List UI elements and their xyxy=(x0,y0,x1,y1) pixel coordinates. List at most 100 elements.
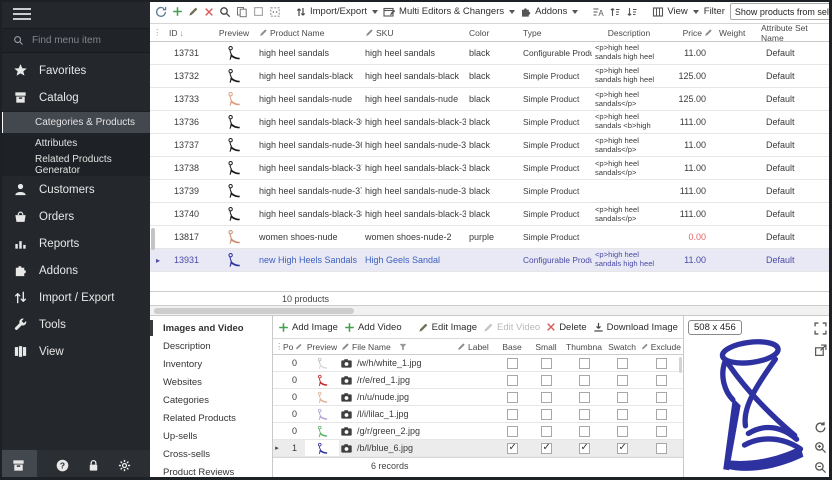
checkbox[interactable] xyxy=(656,443,667,454)
image-row[interactable]: 0/n/u/nude.jpg xyxy=(273,389,683,406)
sidebar-item-reports[interactable]: Reports xyxy=(0,230,150,257)
image-row[interactable]: 0/l/i/lilac_1.jpg xyxy=(273,406,683,423)
sidebar-item-favorites[interactable]: Favorites xyxy=(0,57,150,84)
filter-select[interactable]: Show products from selected categories xyxy=(730,3,832,20)
column-header-preview[interactable]: Preview xyxy=(212,24,256,41)
copy-button[interactable] xyxy=(236,6,248,18)
column-header-swatch[interactable]: Swatch xyxy=(605,342,639,352)
checkbox[interactable] xyxy=(656,426,667,437)
image-row[interactable]: 0/g/r/green_2.jpg xyxy=(273,423,683,440)
tab-categories[interactable]: Categories xyxy=(150,391,272,409)
checkbox[interactable] xyxy=(507,392,518,403)
vertical-scrollbar-thumb[interactable] xyxy=(151,228,155,250)
checkbox[interactable] xyxy=(507,358,518,369)
column-header-price[interactable]: Price xyxy=(666,24,716,41)
sidebar-item-import-export[interactable]: Import / Export xyxy=(0,284,150,311)
checkbox[interactable] xyxy=(579,443,590,454)
add-product-button[interactable] xyxy=(172,6,183,17)
checkbox[interactable] xyxy=(507,375,518,386)
tab-cross-sells[interactable]: Cross-sells xyxy=(150,445,272,463)
tab-websites[interactable]: Websites xyxy=(150,373,272,391)
zoom-out-icon[interactable] xyxy=(814,461,827,474)
sidebar-item-attributes[interactable]: Attributes xyxy=(0,133,150,154)
checkbox[interactable] xyxy=(507,443,518,454)
sort-descending-button[interactable] xyxy=(626,6,638,18)
sidebar-item-customers[interactable]: Customers xyxy=(0,176,150,203)
column-header-thumbnail[interactable]: Thumbna xyxy=(563,342,605,352)
checkbox[interactable] xyxy=(579,392,590,403)
edit-image-button[interactable]: Edit Image xyxy=(418,322,477,333)
sidebar-item-catalog[interactable]: Catalog xyxy=(0,84,150,111)
checkbox[interactable] xyxy=(656,358,667,369)
column-header-label[interactable]: Label xyxy=(455,342,495,352)
tab-description[interactable]: Description xyxy=(150,337,272,355)
image-row[interactable]: ▸1/b/l/blue_6.jpg xyxy=(273,440,683,457)
column-header-attribute-set[interactable]: Attribute Set Name xyxy=(758,24,832,41)
column-header-position[interactable]: Po xyxy=(281,342,305,352)
delete-product-button[interactable] xyxy=(204,7,214,17)
column-header-sku[interactable]: SKU xyxy=(362,24,466,41)
checkbox[interactable] xyxy=(541,392,552,403)
paste-special-button[interactable] xyxy=(269,6,281,18)
sort-alpha-button[interactable]: A xyxy=(592,6,604,18)
checkbox[interactable] xyxy=(579,409,590,420)
image-row[interactable]: 0/r/e/red_1.jpg xyxy=(273,372,683,389)
horizontal-scrollbar-thumb[interactable] xyxy=(154,308,354,314)
checkbox[interactable] xyxy=(507,409,518,420)
fit-screen-icon[interactable] xyxy=(814,322,827,335)
add-video-button[interactable]: Add Video xyxy=(344,322,402,333)
refresh-button[interactable] xyxy=(155,6,167,18)
select-button[interactable] xyxy=(253,6,264,17)
sidebar-item-view[interactable]: View xyxy=(0,338,150,365)
search-input[interactable] xyxy=(32,35,132,46)
help-icon[interactable]: ? xyxy=(55,458,70,473)
checkbox[interactable] xyxy=(656,392,667,403)
zoom-in-icon[interactable] xyxy=(814,441,827,454)
column-header-id[interactable]: ID↓ xyxy=(166,24,212,41)
images-scrollbar-thumb[interactable] xyxy=(679,357,682,373)
checkbox[interactable] xyxy=(617,426,628,437)
checkbox[interactable] xyxy=(507,426,518,437)
addons-menu[interactable]: Addons xyxy=(520,6,578,18)
sidebar-item-categories-products[interactable]: Categories & Products xyxy=(0,112,150,133)
column-header-small[interactable]: Small xyxy=(529,342,563,352)
image-row[interactable]: 0/w/h/white_1.jpg xyxy=(273,355,683,372)
sort-ascending-button[interactable] xyxy=(609,6,621,18)
table-row[interactable]: 13817women shoes-nudewomen shoes-nude-2p… xyxy=(150,226,832,249)
column-header-preview[interactable]: Preview xyxy=(305,342,339,352)
delete-button[interactable]: Delete xyxy=(546,322,586,333)
column-header-weight[interactable]: Weight xyxy=(716,24,758,41)
lock-icon[interactable] xyxy=(86,458,101,473)
checkbox[interactable] xyxy=(579,426,590,437)
checkbox[interactable] xyxy=(617,375,628,386)
add-image-button[interactable]: Add Image xyxy=(278,322,338,333)
sidebar-item-tools[interactable]: Tools xyxy=(0,311,150,338)
checkbox[interactable] xyxy=(541,375,552,386)
tab-up-sells[interactable]: Up-sells xyxy=(150,427,272,445)
table-row[interactable]: 13737high heel sandals-nude-36high heel … xyxy=(150,134,832,157)
gear-icon[interactable] xyxy=(117,458,132,473)
table-row[interactable]: 13731high heel sandalshigh heel sandalsb… xyxy=(150,42,832,65)
sidebar-item-orders[interactable]: Orders xyxy=(0,203,150,230)
tab-related-products[interactable]: Related Products xyxy=(150,409,272,427)
checkbox[interactable] xyxy=(656,375,667,386)
table-row[interactable]: 13732high heel sandals-blackhigh heel sa… xyxy=(150,65,832,88)
checkbox[interactable] xyxy=(617,409,628,420)
active-module-tile[interactable] xyxy=(0,450,37,480)
table-row[interactable]: 13740high heel sandals-black-38high heel… xyxy=(150,203,832,226)
checkbox[interactable] xyxy=(541,426,552,437)
edit-product-button[interactable] xyxy=(188,6,199,17)
checkbox[interactable] xyxy=(656,409,667,420)
sidebar-item-addons[interactable]: Addons xyxy=(0,257,150,284)
checkbox[interactable] xyxy=(579,375,590,386)
download-image-button[interactable]: Download Image xyxy=(593,322,678,333)
table-row[interactable]: 13736high heel sandals-black-36high heel… xyxy=(150,111,832,134)
table-row[interactable]: 13733high heel sandals-nudehigh heel san… xyxy=(150,88,832,111)
table-row[interactable]: 13739high heel sandals-nude-37high heel … xyxy=(150,180,832,203)
open-external-icon[interactable] xyxy=(814,344,827,357)
table-row[interactable]: ▸13931new High Heels SandalsHigh Geels S… xyxy=(150,249,832,272)
search-button[interactable] xyxy=(219,6,231,18)
checkbox[interactable] xyxy=(617,358,628,369)
column-header-description[interactable]: Description xyxy=(592,24,666,41)
column-header-file-name[interactable]: File Name xyxy=(339,342,455,352)
